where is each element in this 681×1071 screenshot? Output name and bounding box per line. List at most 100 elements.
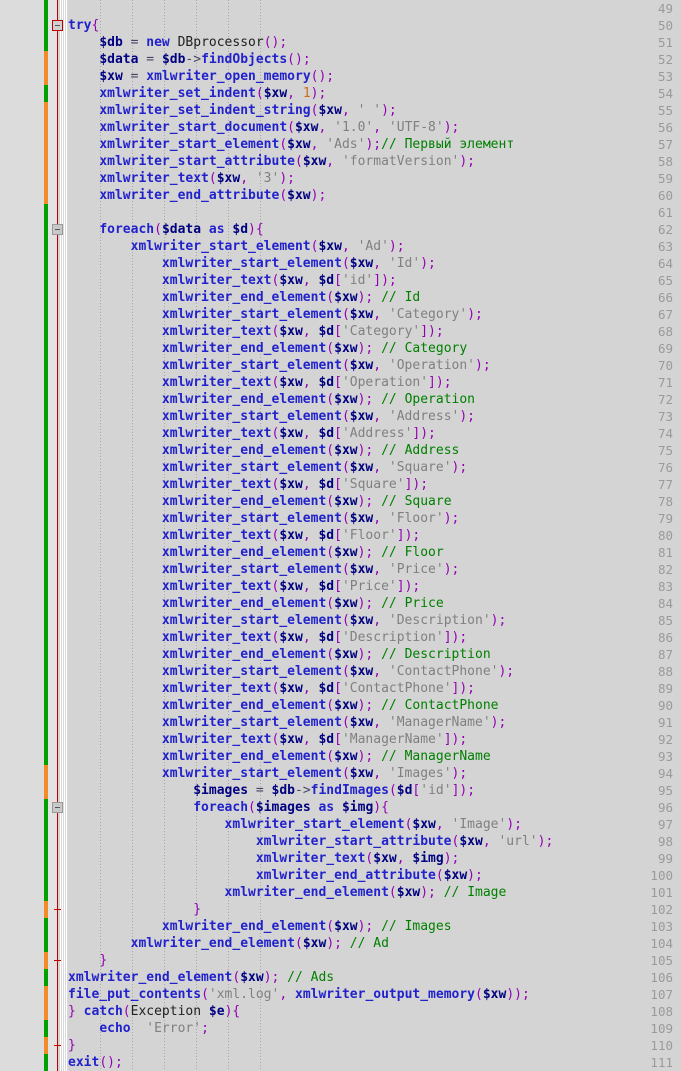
- fold-toggle-line-96[interactable]: [52, 802, 63, 813]
- code-line-68[interactable]: xmlwriter_text($xw, $d['Category']);: [68, 323, 681, 340]
- code-line-111[interactable]: exit();: [68, 1054, 681, 1071]
- code-line-101[interactable]: xmlwriter_end_element($xw); // Image: [68, 884, 681, 901]
- code-content[interactable]: try{ $db = new DBprocessor(); $data = $d…: [68, 0, 681, 1071]
- code-line-94[interactable]: xmlwriter_start_element($xw, 'Images');: [68, 765, 681, 782]
- code-line-79[interactable]: xmlwriter_start_element($xw, 'Floor');: [68, 510, 681, 527]
- code-line-58[interactable]: xmlwriter_start_attribute($xw, 'formatVe…: [68, 153, 681, 170]
- code-line-61[interactable]: [68, 204, 681, 221]
- code-line-67[interactable]: xmlwriter_start_element($xw, 'Category')…: [68, 306, 681, 323]
- code-line-95[interactable]: $images = $db->findImages($d['id']);: [68, 782, 681, 799]
- code-line-80[interactable]: xmlwriter_text($xw, $d['Floor']);: [68, 527, 681, 544]
- code-line-100[interactable]: xmlwriter_end_attribute($xw);: [68, 867, 681, 884]
- token-pn: );: [537, 834, 554, 849]
- code-line-82[interactable]: xmlwriter_start_element($xw, 'Price');: [68, 561, 681, 578]
- code-line-70[interactable]: xmlwriter_start_element($xw, 'Operation'…: [68, 357, 681, 374]
- token-pn: );: [357, 290, 382, 305]
- token-str: 'Price': [341, 579, 397, 594]
- code-line-102[interactable]: }: [68, 901, 681, 918]
- code-line-74[interactable]: xmlwriter_text($xw, $d['Address']);: [68, 425, 681, 442]
- token-kw: new: [146, 35, 170, 50]
- code-line-108[interactable]: } catch(Exception $e){: [68, 1003, 681, 1020]
- vcs-marker-added-109[interactable]: [44, 1020, 48, 1037]
- vcs-marker-added-96[interactable]: [44, 799, 48, 901]
- code-line-109[interactable]: echo 'Error';: [68, 1020, 681, 1037]
- code-line-63[interactable]: xmlwriter_start_element($xw, 'Ad');: [68, 238, 681, 255]
- vcs-marker-added-61[interactable]: [44, 204, 48, 765]
- code-line-107[interactable]: file_put_contents('xml.log', xmlwriter_o…: [68, 986, 681, 1003]
- code-line-98[interactable]: xmlwriter_start_attribute($xw, 'url');: [68, 833, 681, 850]
- code-line-51[interactable]: $db = new DBprocessor();: [68, 34, 681, 51]
- code-line-86[interactable]: xmlwriter_text($xw, $d['Description']);: [68, 629, 681, 646]
- code-line-71[interactable]: xmlwriter_text($xw, $d['Operation']);: [68, 374, 681, 391]
- token-var: $e: [208, 1004, 225, 1019]
- fold-toggle-line-50[interactable]: [52, 20, 63, 31]
- code-line-81[interactable]: xmlwriter_end_element($xw); // Floor: [68, 544, 681, 561]
- code-line-92[interactable]: xmlwriter_text($xw, $d['ManagerName']);: [68, 731, 681, 748]
- code-line-73[interactable]: xmlwriter_start_element($xw, 'Address');: [68, 408, 681, 425]
- token-str: 'xml.log': [208, 987, 280, 1002]
- token-var: $img: [412, 851, 444, 866]
- vcs-marker-modified-102[interactable]: [44, 901, 48, 918]
- vcs-marker-modified-55[interactable]: [44, 102, 48, 204]
- code-line-84[interactable]: xmlwriter_end_element($xw); // Price: [68, 595, 681, 612]
- vcs-marker-added-111[interactable]: [44, 1054, 48, 1071]
- code-line-105[interactable]: }: [68, 952, 681, 969]
- code-line-85[interactable]: xmlwriter_start_element($xw, 'Descriptio…: [68, 612, 681, 629]
- code-line-75[interactable]: xmlwriter_end_element($xw); // Address: [68, 442, 681, 459]
- code-line-90[interactable]: xmlwriter_end_element($xw); // ContactPh…: [68, 697, 681, 714]
- code-line-83[interactable]: xmlwriter_text($xw, $d['Price']);: [68, 578, 681, 595]
- code-editor[interactable]: 49 50 51 52 53 54 55 56 57 58 59 60 61 62 63 64 65 66 67 68…: [0, 0, 681, 1071]
- token-var: $d: [318, 630, 335, 645]
- vcs-marker-modified-105[interactable]: [44, 952, 48, 969]
- vcs-marker-modified-107[interactable]: [44, 986, 48, 1020]
- vcs-marker-added-49[interactable]: [44, 0, 48, 51]
- code-line-99[interactable]: xmlwriter_text($xw, $img);: [68, 850, 681, 867]
- token-fn: xmlwriter_end_element: [161, 443, 327, 458]
- code-line-54[interactable]: xmlwriter_set_indent($xw, 1);: [68, 85, 681, 102]
- code-line-97[interactable]: xmlwriter_start_element($xw, 'Image');: [68, 816, 681, 833]
- code-line-91[interactable]: xmlwriter_start_element($xw, 'ManagerNam…: [68, 714, 681, 731]
- token-fn: xmlwriter_start_element: [161, 358, 342, 373]
- code-line-62[interactable]: foreach($data as $d){: [68, 221, 681, 238]
- code-line-52[interactable]: $data = $db->findObjects();: [68, 51, 681, 68]
- code-line-77[interactable]: xmlwriter_text($xw, $d['Square']);: [68, 476, 681, 493]
- vcs-marker-modified-52[interactable]: [44, 51, 48, 85]
- code-line-53[interactable]: $xw = xmlwriter_open_memory();: [68, 68, 681, 85]
- token-fn: file_put_contents: [68, 987, 202, 1002]
- code-line-56[interactable]: xmlwriter_start_document($xw, '1.0', 'UT…: [68, 119, 681, 136]
- code-line-76[interactable]: xmlwriter_start_element($xw, 'Square');: [68, 459, 681, 476]
- code-line-65[interactable]: xmlwriter_text($xw, $d['id']);: [68, 272, 681, 289]
- code-line-93[interactable]: xmlwriter_end_element($xw); // ManagerNa…: [68, 748, 681, 765]
- code-line-87[interactable]: xmlwriter_end_element($xw); // Descripti…: [68, 646, 681, 663]
- vcs-marker-modified-110[interactable]: [44, 1037, 48, 1054]
- code-line-88[interactable]: xmlwriter_start_element($xw, 'ContactPho…: [68, 663, 681, 680]
- fold-toggle-line-62[interactable]: [52, 224, 63, 235]
- code-line-106[interactable]: xmlwriter_end_element($xw); // Ads: [68, 969, 681, 986]
- code-line-64[interactable]: xmlwriter_start_element($xw, 'Id');: [68, 255, 681, 272]
- code-line-49[interactable]: [68, 0, 681, 17]
- code-line-50[interactable]: try{: [68, 17, 681, 34]
- code-line-69[interactable]: xmlwriter_end_element($xw); // Category: [68, 340, 681, 357]
- code-line-72[interactable]: xmlwriter_end_element($xw); // Operation: [68, 391, 681, 408]
- code-line-59[interactable]: xmlwriter_text($xw, '3');: [68, 170, 681, 187]
- code-line-60[interactable]: xmlwriter_end_attribute($xw);: [68, 187, 681, 204]
- code-line-104[interactable]: xmlwriter_end_element($xw); // Ad: [68, 935, 681, 952]
- vcs-marker-added-54[interactable]: [44, 85, 48, 102]
- token-cmt: // ContactPhone: [381, 698, 499, 713]
- token-var: $xw: [334, 698, 358, 713]
- token-var: $xw: [349, 511, 374, 526]
- code-line-55[interactable]: xmlwriter_set_indent_string($xw, ' ');: [68, 102, 681, 119]
- code-line-57[interactable]: xmlwriter_start_element($xw, 'Ads');// П…: [68, 136, 681, 153]
- code-line-103[interactable]: xmlwriter_end_element($xw); // Images: [68, 918, 681, 935]
- vcs-marker-modified-94[interactable]: [44, 765, 48, 799]
- code-line-96[interactable]: foreach($images as $img){: [68, 799, 681, 816]
- vcs-marker-added-103[interactable]: [44, 918, 48, 952]
- token-pn: );: [381, 103, 397, 118]
- code-line-110[interactable]: }: [68, 1037, 681, 1054]
- code-line-78[interactable]: xmlwriter_end_element($xw); // Square: [68, 493, 681, 510]
- vcs-marker-added-106[interactable]: [44, 969, 48, 986]
- code-line-89[interactable]: xmlwriter_text($xw, $d['ContactPhone']);: [68, 680, 681, 697]
- code-line-66[interactable]: xmlwriter_end_element($xw); // Id: [68, 289, 681, 306]
